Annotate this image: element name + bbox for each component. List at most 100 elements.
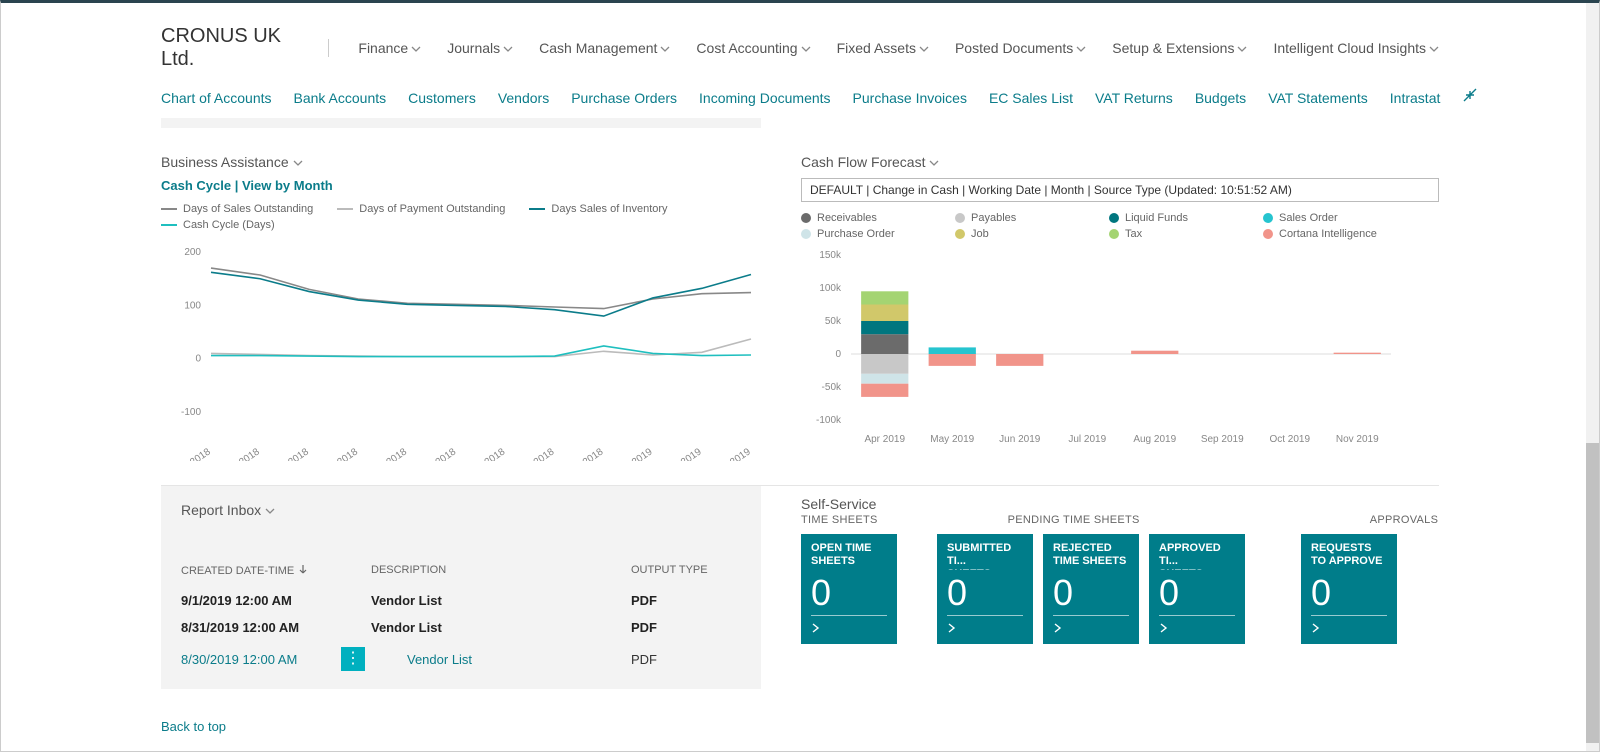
subnav-customers[interactable]: Customers [408, 90, 476, 106]
table-row[interactable]: 8/31/2019 12:00 AMVendor ListPDF [181, 614, 741, 641]
subnav-vat-statements[interactable]: VAT Statements [1268, 90, 1368, 106]
tile-requests-to-approve[interactable]: REQUESTS TO APPROVE0 [1301, 534, 1397, 644]
more-actions-button[interactable]: ⋮ [341, 647, 365, 671]
tile-label: OPEN TIME SHEETS [811, 542, 887, 570]
svg-text:May 2019: May 2019 [930, 434, 974, 445]
svg-text:Jan 2019: Jan 2019 [615, 446, 655, 461]
forecast-selector[interactable]: DEFAULT | Change in Cash | Working Date … [801, 178, 1439, 202]
cash-cycle-toggle[interactable]: Cash Cycle | View by Month [161, 178, 761, 193]
spacer [907, 534, 927, 644]
svg-text:Jun 2019: Jun 2019 [999, 434, 1041, 445]
svg-text:Apr 2019: Apr 2019 [864, 434, 905, 445]
chevron-down-icon [503, 40, 513, 56]
menu-item-posted-documents[interactable]: Posted Documents [955, 40, 1086, 56]
report-inbox-title[interactable]: Report Inbox [181, 502, 741, 524]
table-row[interactable]: 9/1/2019 12:00 AMVendor ListPDF [181, 587, 741, 614]
chevron-down-icon [660, 40, 670, 56]
filler-bar [161, 118, 761, 128]
tile-label: REQUESTS TO APPROVE [1311, 542, 1387, 570]
scrollbar-thumb[interactable] [1586, 443, 1599, 743]
tile-label: REJECTED TIME SHEETS [1053, 542, 1129, 570]
svg-text:Oct 2018: Oct 2018 [468, 446, 508, 461]
subnav-vat-returns[interactable]: VAT Returns [1095, 90, 1173, 106]
svg-text:Jun 2018: Jun 2018 [271, 446, 311, 461]
legend-item: Sales Order [1263, 212, 1393, 224]
chevron-right-icon [1311, 620, 1321, 637]
svg-text:0: 0 [835, 349, 841, 360]
chevron-right-icon [811, 620, 821, 637]
separator [328, 39, 329, 57]
cell-desc: Vendor List [371, 593, 631, 608]
svg-text:Aug 2019: Aug 2019 [1133, 434, 1176, 445]
menu-item-cash-management[interactable]: Cash Management [539, 40, 670, 56]
svg-text:-100: -100 [181, 407, 201, 418]
expand-icon[interactable] [1462, 87, 1478, 108]
col-header-output[interactable]: OUTPUT TYPE [631, 564, 741, 577]
legend-item: Days of Payment Outstanding [337, 203, 505, 215]
group-approvals: APPROVALS [1370, 514, 1439, 526]
report-inbox-panel: Report Inbox CREATED DATE-TIME DESCRIPTI… [161, 486, 761, 689]
cell-output: PDF [631, 652, 741, 667]
subnav-purchase-invoices[interactable]: Purchase Invoices [853, 90, 967, 106]
tile-label: SUBMITTED TI...SHEETS [947, 542, 1023, 570]
tile-row: OPEN TIME SHEETS0SUBMITTED TI...SHEETS0R… [801, 534, 1439, 644]
subnav-ec-sales-list[interactable]: EC Sales List [989, 90, 1073, 106]
menu-item-setup-extensions[interactable]: Setup & Extensions [1112, 40, 1247, 56]
section-label: Cash Flow Forecast [801, 154, 925, 170]
legend-item: Tax [1109, 228, 1239, 240]
svg-text:Apr 2018: Apr 2018 [173, 446, 213, 461]
menu-item-journals[interactable]: Journals [447, 40, 513, 56]
chevron-down-icon [293, 154, 303, 170]
tile-value: 0 [1159, 575, 1235, 611]
menu-item-intelligent-cloud-insights[interactable]: Intelligent Cloud Insights [1273, 40, 1439, 56]
forecast-value: DEFAULT | Change in Cash | Working Date … [810, 183, 1292, 197]
svg-text:200: 200 [184, 247, 201, 258]
subnav-vendors[interactable]: Vendors [498, 90, 549, 106]
section-label: Report Inbox [181, 502, 261, 518]
top-menu-bar: CRONUS UK Ltd. Finance Journals Cash Manag… [161, 21, 1439, 81]
chevron-down-icon [1076, 40, 1086, 56]
svg-text:May 2018: May 2018 [220, 446, 263, 461]
cash-flow-chart: -100k-50k050k100k150kApr 2019May 2019Jun… [801, 250, 1401, 450]
company-name[interactable]: CRONUS UK Ltd. [161, 25, 298, 71]
menu-item-finance[interactable]: Finance [358, 40, 421, 56]
col-header-desc[interactable]: DESCRIPTION [371, 564, 631, 577]
menu-item-fixed-assets[interactable]: Fixed Assets [837, 40, 929, 56]
menu-item-cost-accounting[interactable]: Cost Accounting [696, 40, 810, 56]
cash-flow-title[interactable]: Cash Flow Forecast [801, 154, 1439, 170]
svg-text:-100k: -100k [816, 415, 842, 426]
subnav-chart-of-accounts[interactable]: Chart of Accounts [161, 90, 272, 106]
self-service-panel: Self-Service TIME SHEETS PENDING TIME SH… [801, 486, 1439, 689]
tile-approved-ti-[interactable]: APPROVED TI...SHEETS0 [1149, 534, 1245, 644]
self-service-groups: TIME SHEETS PENDING TIME SHEETS APPROVAL… [801, 514, 1439, 526]
cell-output: PDF [631, 593, 741, 608]
business-assistance-title[interactable]: Business Assistance [161, 154, 761, 170]
tile-rejected-time-sheets[interactable]: REJECTED TIME SHEETS0 [1043, 534, 1139, 644]
svg-text:Nov 2018: Nov 2018 [515, 446, 557, 461]
subnav-intrastat[interactable]: Intrastat [1390, 90, 1441, 106]
svg-text:50k: 50k [825, 316, 842, 327]
chevron-down-icon [801, 40, 811, 56]
table-row[interactable]: 8/30/2019 12:00 AM⋮Vendor ListPDF [181, 641, 741, 677]
spacer [1255, 534, 1291, 644]
tile-submitted-ti-[interactable]: SUBMITTED TI...SHEETS0 [937, 534, 1033, 644]
subnav-bank-accounts[interactable]: Bank Accounts [294, 90, 387, 106]
chevron-down-icon [1429, 40, 1439, 56]
legend-item: Cortana Intelligence [1263, 228, 1393, 240]
tile-open-time-sheets[interactable]: OPEN TIME SHEETS 0 [801, 534, 897, 644]
subnav-purchase-orders[interactable]: Purchase Orders [571, 90, 677, 106]
business-assistance-panel: Business Assistance Cash Cycle | View by… [161, 154, 761, 461]
chevron-right-icon [1159, 620, 1169, 637]
self-service-title: Self-Service [801, 496, 1439, 512]
tile-value: 0 [811, 575, 887, 611]
legend-item: Days of Sales Outstanding [161, 203, 313, 215]
group-time-sheets: TIME SHEETS [801, 514, 878, 526]
back-to-top-link[interactable]: Back to top [161, 719, 226, 734]
svg-text:Nov 2019: Nov 2019 [1336, 434, 1379, 445]
col-header-date[interactable]: CREATED DATE-TIME [181, 564, 371, 577]
subnav-incoming-documents[interactable]: Incoming Documents [699, 90, 831, 106]
report-table: CREATED DATE-TIME DESCRIPTION OUTPUT TYP… [181, 560, 741, 677]
legend-item: Payables [955, 212, 1085, 224]
subnav-budgets[interactable]: Budgets [1195, 90, 1246, 106]
legend-item: Days Sales of Inventory [529, 203, 667, 215]
